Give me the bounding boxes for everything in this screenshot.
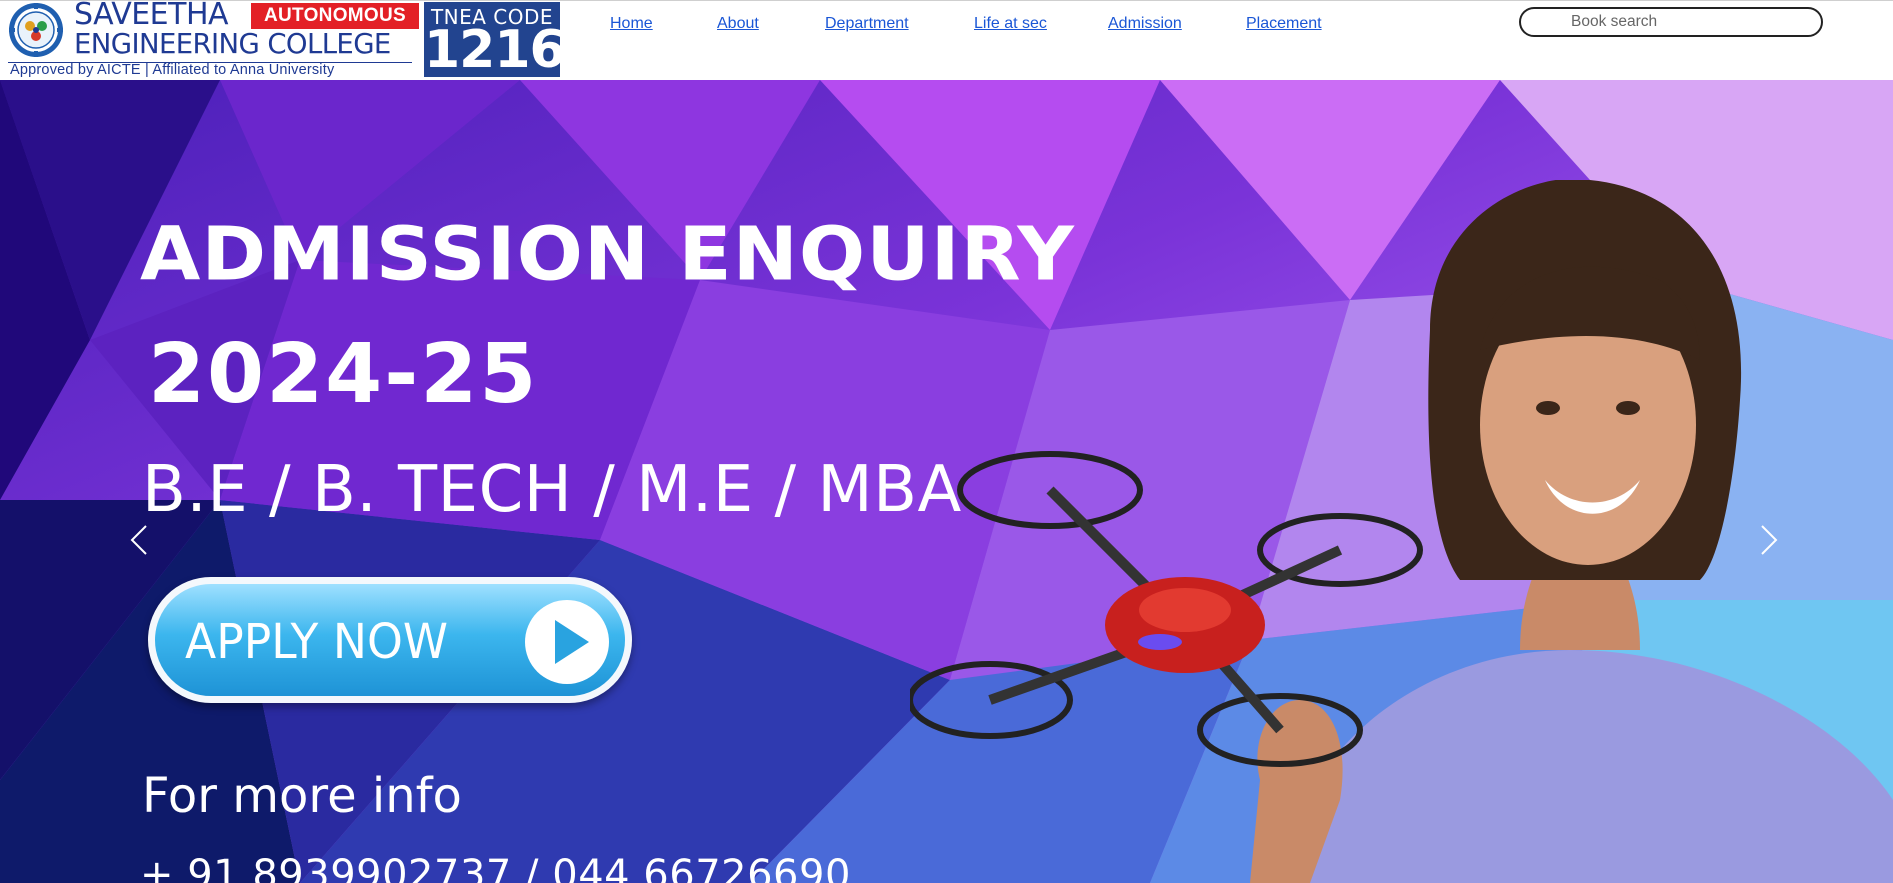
college-logo[interactable]: SAVEETHA AUTONOMOUS ENGINEERING COLLEGE …: [8, 0, 566, 80]
site-header: SAVEETHA AUTONOMOUS ENGINEERING COLLEGE …: [0, 0, 1893, 80]
carousel-next-button[interactable]: [1756, 520, 1784, 560]
play-arrow-icon: [525, 600, 609, 684]
chevron-left-icon: [130, 525, 147, 555]
hero-title: ADMISSION ENQUIRY: [140, 212, 1075, 298]
autonomous-badge: AUTONOMOUS: [251, 3, 419, 29]
hero-more-info: For more info: [142, 768, 462, 824]
apply-now-label: APPLY NOW: [185, 614, 448, 670]
college-emblem-icon: [9, 3, 63, 57]
hero-programs: B.E / B. TECH / M.E / MBA: [142, 453, 962, 527]
logo-subtitle: Approved by AICTE | Affiliated to Anna U…: [10, 62, 335, 78]
logo-college-text: ENGINEERING COLLEGE: [74, 28, 391, 60]
hero-phone-numbers: + 91 8939902737 / 044 66726690: [140, 852, 851, 883]
book-search-input[interactable]: [1519, 7, 1823, 37]
hero-year: 2024-25: [148, 327, 539, 422]
apply-now-button[interactable]: APPLY NOW: [148, 577, 632, 703]
nav-department[interactable]: Department: [825, 14, 909, 34]
chevron-right-icon: [1761, 525, 1778, 555]
nav-placement[interactable]: Placement: [1246, 14, 1322, 34]
nav-admission[interactable]: Admission: [1108, 14, 1182, 34]
nav-about[interactable]: About: [717, 14, 759, 34]
drone-image: [910, 451, 1423, 767]
carousel-prev-button[interactable]: [124, 520, 152, 560]
tnea-code-badge: TNEA CODE 1216: [424, 2, 566, 80]
nav-life-at-sec[interactable]: Life at sec: [974, 14, 1047, 34]
tnea-code: 1216: [424, 20, 566, 80]
nav-home[interactable]: Home: [610, 14, 653, 34]
hero-carousel: ADMISSION ENQUIRY 2024-25 B.E / B. TECH …: [0, 80, 1893, 883]
